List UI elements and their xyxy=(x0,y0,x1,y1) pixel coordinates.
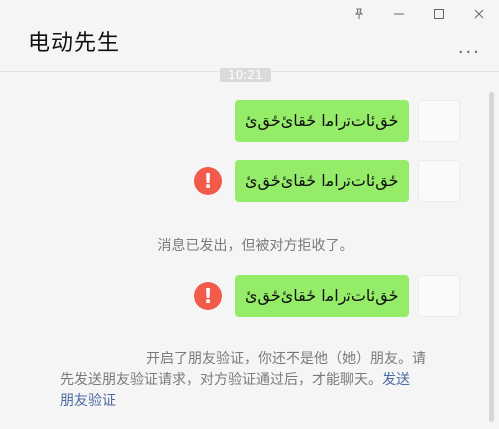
window-controls xyxy=(339,0,499,28)
friend-note-line1: 开启了朋友验证，你还不是他（她）朋友。请 xyxy=(146,351,426,367)
maximize-icon[interactable] xyxy=(419,0,459,28)
minimize-icon[interactable] xyxy=(379,0,419,28)
message-bubble[interactable]: ځق‌ئاﺕﺗﺭﺍﻣﺍ ځقائ‌ځق‌ئ xyxy=(235,100,409,142)
pin-icon[interactable] xyxy=(339,0,379,28)
avatar[interactable] xyxy=(418,275,460,317)
message-bubble[interactable]: ځق‌ئاﺕﺗﺭﺍﻣﺍ ځقائ‌ځق‌ئ xyxy=(235,160,409,202)
title-bar: 电动先生 ··· xyxy=(0,0,499,72)
failed-send-icon[interactable]: ! xyxy=(194,167,222,195)
verification-link[interactable]: 朋友验证 xyxy=(60,393,116,409)
timestamp: 10:21 xyxy=(220,68,271,82)
friend-note-line3: 朋友验证 xyxy=(60,391,116,412)
friend-note-text: 先发送朋友验证请求，对方验证通过后，才能聊天。 xyxy=(60,372,382,388)
close-icon[interactable] xyxy=(459,0,499,28)
rejected-notice: 消息已发出，但被对方拒收了。 xyxy=(157,238,354,254)
send-verification-link[interactable]: 发送 xyxy=(382,372,410,388)
avatar[interactable] xyxy=(418,100,460,142)
failed-send-icon[interactable]: ! xyxy=(194,282,222,310)
scrollbar[interactable] xyxy=(489,92,494,422)
more-options-icon[interactable]: ··· xyxy=(458,42,481,63)
chat-title: 电动先生 xyxy=(28,31,121,56)
message-bubble[interactable]: ځق‌ئاﺕﺗﺭﺍﻣﺍ ځقائ‌ځق‌ئ xyxy=(235,275,409,317)
chat-panel: 10:21 ځق‌ئاﺕﺗﺭﺍﻣﺍ ځقائ‌ځق‌ئ ! ځق‌ئاﺕﺗﺭﺍﻣ… xyxy=(0,68,499,429)
avatar[interactable] xyxy=(418,160,460,202)
friend-note-line2: 先发送朋友验证请求，对方验证通过后，才能聊天。发送 xyxy=(60,370,410,391)
